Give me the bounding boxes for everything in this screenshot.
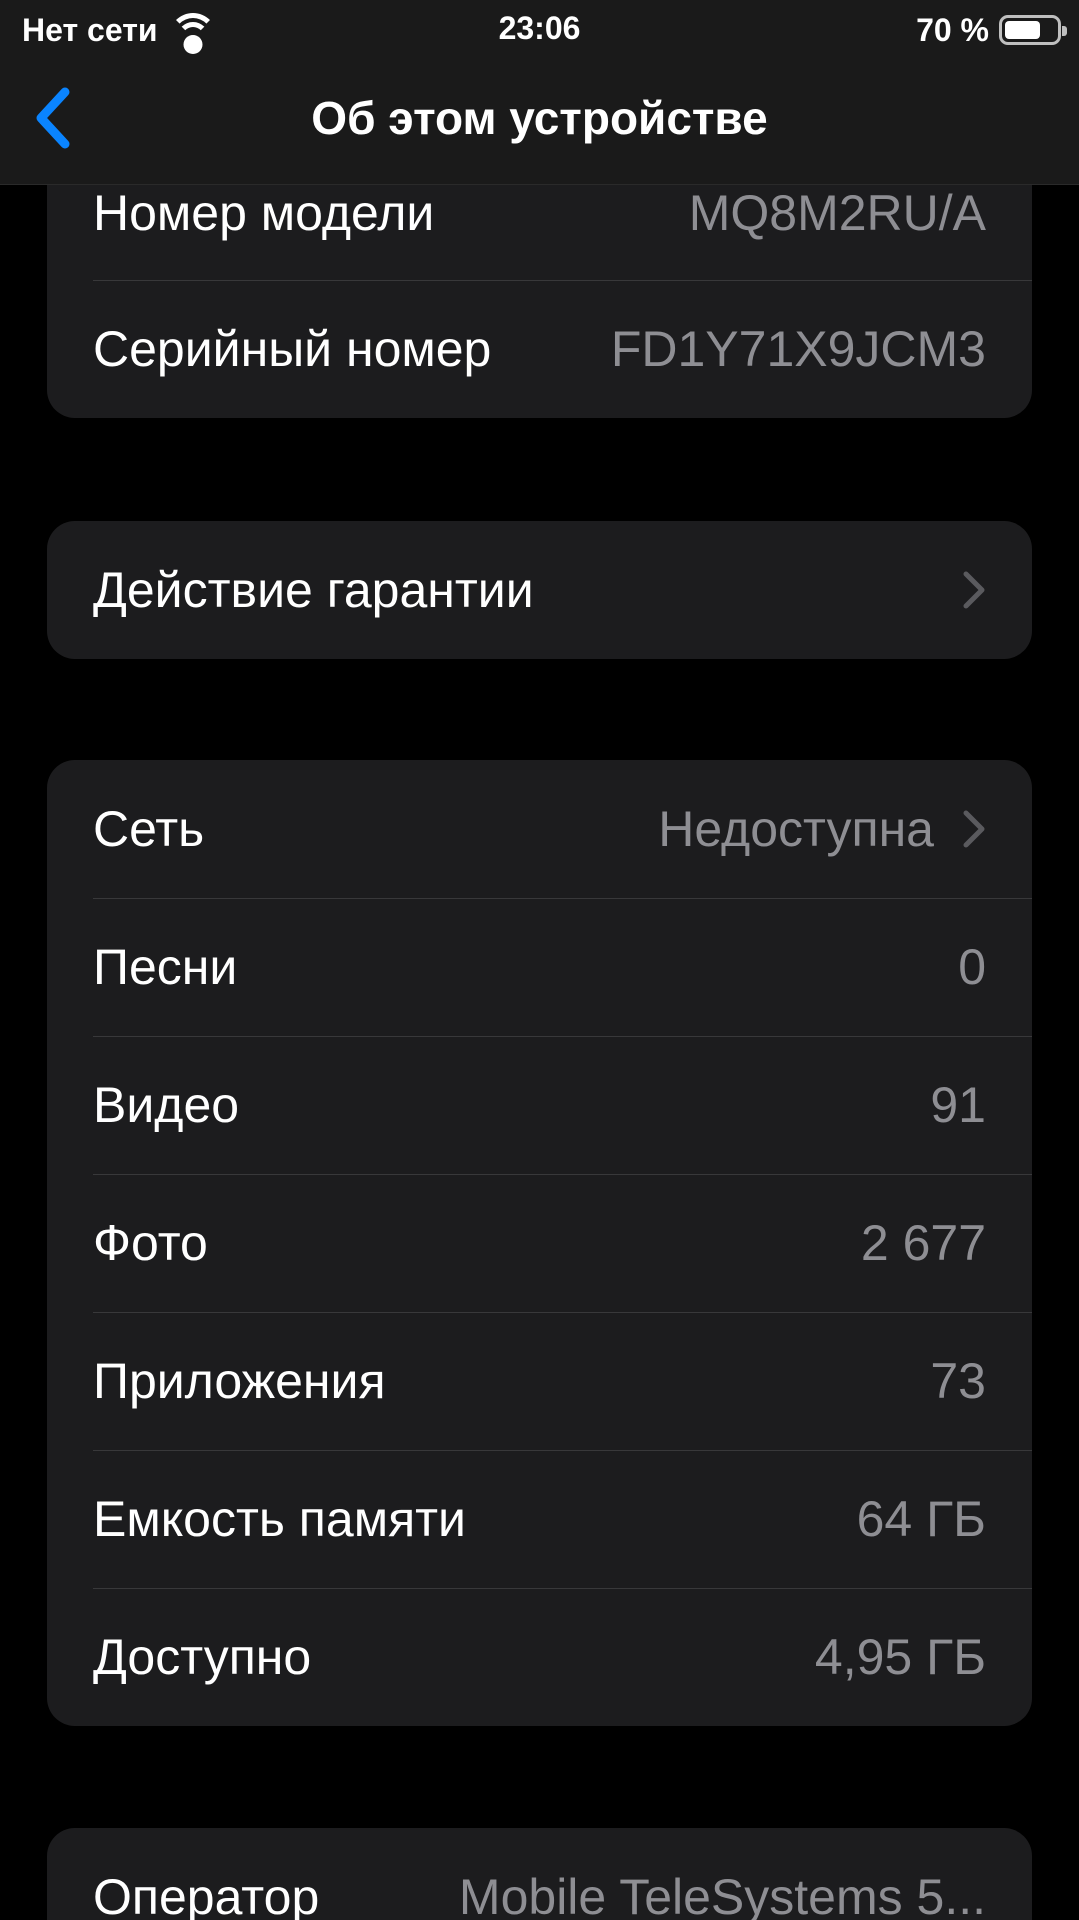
row-value: 73 bbox=[930, 1353, 986, 1409]
row-photos: Фото 2 677 bbox=[47, 1174, 1032, 1312]
row-videos: Видео 91 bbox=[47, 1036, 1032, 1174]
row-serial-number: Серийный номер FD1Y71X9JCM3 bbox=[47, 280, 1032, 418]
carrier-group: Оператор Mobile TeleSystems 5... bbox=[47, 1828, 1032, 1920]
row-warranty[interactable]: Действие гарантии bbox=[47, 521, 1032, 659]
row-label: Видео bbox=[93, 1077, 240, 1133]
row-value: 64 ГБ bbox=[856, 1491, 986, 1547]
page-title: Об этом устройстве bbox=[311, 92, 768, 144]
row-value: 4,95 ГБ bbox=[814, 1629, 986, 1685]
row-carrier: Оператор Mobile TeleSystems 5... bbox=[47, 1828, 1032, 1920]
row-label: Фото bbox=[93, 1215, 208, 1271]
battery-fill bbox=[1005, 21, 1040, 39]
row-value: MQ8M2RU/A bbox=[688, 185, 986, 241]
row-songs: Песни 0 bbox=[47, 898, 1032, 1036]
row-value: 91 bbox=[930, 1077, 986, 1133]
status-bar: Нет сети 23:06 70 % bbox=[0, 0, 1079, 60]
row-value: 0 bbox=[958, 939, 986, 995]
screen: Нет сети 23:06 70 % Об этом устройстве Н… bbox=[0, 0, 1079, 1920]
row-available: Доступно 4,95 ГБ bbox=[47, 1588, 1032, 1726]
row-label: Песни bbox=[93, 939, 238, 995]
status-right: 70 % bbox=[916, 10, 1067, 50]
media-group: Сеть Недоступна Песни 0 Видео 91 Фото 2 … bbox=[47, 760, 1032, 1726]
row-value: Mobile TeleSystems 5... bbox=[458, 1869, 986, 1920]
row-label: Сеть bbox=[93, 801, 205, 857]
row-label: Оператор bbox=[93, 1869, 320, 1920]
top-chrome: Нет сети 23:06 70 % Об этом устройстве bbox=[0, 0, 1079, 185]
chevron-right-icon bbox=[963, 810, 985, 848]
row-value: 2 677 bbox=[860, 1215, 986, 1271]
row-label: Действие гарантии bbox=[93, 562, 534, 618]
model-group: Номер модели MQ8M2RU/A Серийный номер FD… bbox=[47, 146, 1032, 418]
warranty-group: Действие гарантии bbox=[47, 521, 1032, 659]
row-label: Серийный номер bbox=[93, 321, 492, 377]
row-value: Недоступна bbox=[658, 801, 934, 857]
chevron-left-icon bbox=[36, 87, 70, 149]
row-applications: Приложения 73 bbox=[47, 1312, 1032, 1450]
row-label: Доступно bbox=[93, 1629, 312, 1685]
row-label: Приложения bbox=[93, 1353, 386, 1409]
row-label: Емкость памяти bbox=[93, 1491, 466, 1547]
battery-percent: 70 % bbox=[916, 11, 989, 48]
row-value: FD1Y71X9JCM3 bbox=[610, 321, 986, 377]
nav-bar: Об этом устройстве bbox=[0, 60, 1079, 184]
row-network[interactable]: Сеть Недоступна bbox=[47, 760, 1032, 898]
battery-icon bbox=[999, 15, 1067, 45]
row-capacity: Емкость памяти 64 ГБ bbox=[47, 1450, 1032, 1588]
back-button[interactable] bbox=[18, 80, 88, 156]
chevron-right-icon bbox=[963, 571, 985, 609]
row-label: Номер модели bbox=[93, 185, 435, 241]
